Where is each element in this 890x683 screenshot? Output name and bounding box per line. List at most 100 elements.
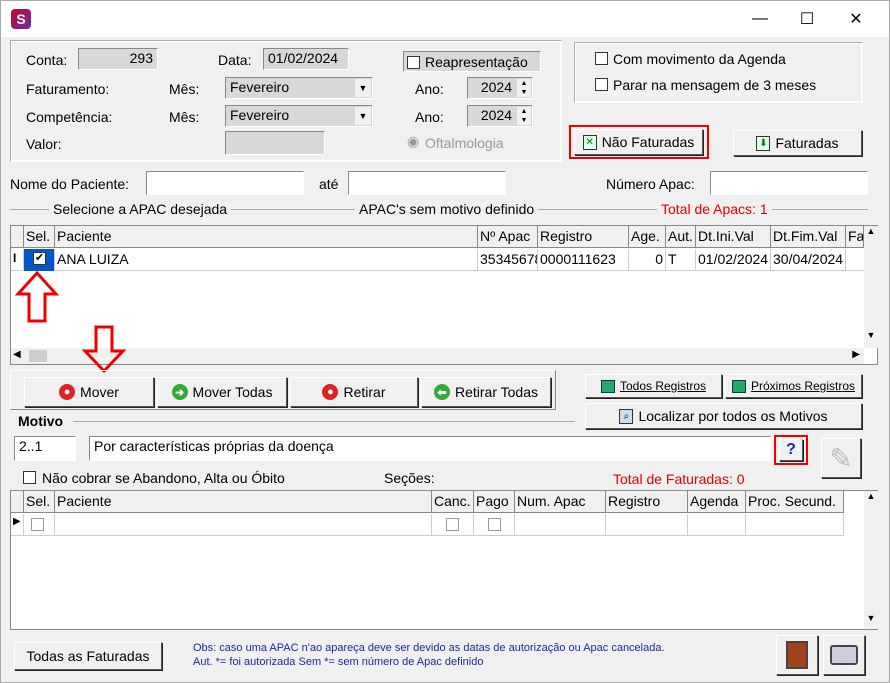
com-movimento-checkbox[interactable] — [595, 52, 608, 65]
grid-indicator-header — [11, 226, 24, 248]
nao-faturadas-button[interactable]: ✕ Não Faturadas — [574, 129, 703, 155]
todas-faturadas-button[interactable]: Todas as Faturadas — [14, 642, 162, 670]
cell-proc-secund — [746, 514, 844, 536]
retirar-todas-button[interactable]: ⬅ Retirar Todas — [421, 377, 551, 407]
parar-checkbox[interactable] — [595, 78, 608, 91]
comp-ano-label: Ano: — [415, 109, 444, 125]
localizar-label: Localizar por todos os Motivos — [638, 408, 828, 424]
col-paciente[interactable]: Paciente — [55, 226, 478, 248]
faturadas-button[interactable]: ⬇ Faturadas — [733, 130, 862, 156]
exit-door-button[interactable] — [776, 635, 818, 675]
mover-todas-button[interactable]: ➜ Mover Todas — [157, 377, 287, 407]
pago-checkbox[interactable] — [488, 518, 501, 531]
todos-registros-button[interactable]: Todos Registros — [585, 374, 722, 398]
row-pointer-icon: ▶ — [11, 514, 24, 536]
list-icon — [600, 379, 615, 393]
cell-age: 0 — [629, 249, 666, 271]
conta-label: Conta: — [26, 52, 68, 68]
ate-input[interactable] — [348, 171, 506, 195]
col-canc[interactable]: Canc. — [432, 491, 474, 513]
table-row[interactable]: ▶ — [11, 514, 844, 536]
col-pago[interactable]: Pago — [474, 491, 515, 513]
maximize-button[interactable]: ☐ — [784, 1, 830, 37]
mover-todas-label: Mover Todas — [192, 384, 273, 400]
cell-pago[interactable] — [474, 514, 515, 536]
conta-field: 293 — [78, 48, 158, 70]
data-label: Data: — [218, 52, 252, 68]
row-select-cell[interactable]: ✔ — [24, 249, 55, 271]
col-nr-apac[interactable]: Nº Apac — [478, 226, 538, 248]
nome-paciente-label: Nome do Paciente: — [10, 176, 130, 192]
cell-canc[interactable] — [432, 514, 474, 536]
arrow-left-icon: ⬅ — [433, 384, 450, 400]
retirar-todas-label: Retirar Todas — [454, 384, 538, 400]
obs-line-2: Aut. *= foi autorizada Sem *= sem número… — [193, 656, 484, 668]
table-row[interactable]: I ✔ ANA LUIZA 35345678 0000111623 0 T 01… — [11, 249, 864, 271]
apac-grid[interactable]: Sel. Paciente Nº Apac Registro Age. Aut.… — [10, 225, 878, 365]
minimize-button[interactable]: — — [737, 1, 783, 37]
secoes-label: Seções: — [384, 470, 435, 486]
col-dt-fim[interactable]: Dt.Fim.Val — [771, 226, 846, 248]
col-num-apac[interactable]: Num. Apac — [515, 491, 606, 513]
app-logo-icon: S — [11, 9, 31, 29]
col-sel[interactable]: Sel. — [24, 226, 55, 248]
valor-field[interactable] — [225, 131, 325, 155]
reapresentacao-checkbox[interactable] — [407, 56, 420, 69]
cell-aut: T — [666, 249, 696, 271]
help-button[interactable]: ? — [779, 439, 803, 461]
vertical-scrollbar[interactable]: ▲ ▼ — [864, 226, 878, 348]
vertical-scrollbar[interactable]: ▲ ▼ — [864, 491, 878, 629]
faturadas-label: Faturadas — [775, 135, 839, 151]
mover-label: Mover — [80, 384, 119, 400]
faturamento-label: Faturamento: — [26, 81, 110, 97]
col-agenda[interactable]: Agenda — [688, 491, 746, 513]
horizontal-scrollbar[interactable]: ◀ ▶ — [11, 348, 864, 364]
col-aut[interactable]: Aut. — [666, 226, 696, 248]
chevron-down-icon[interactable]: ▼ — [355, 107, 371, 125]
motivo-code-input[interactable]: 2..1 — [14, 436, 76, 461]
canc-checkbox[interactable] — [446, 518, 459, 531]
nao-cobrar-checkbox[interactable] — [23, 471, 36, 484]
retirar-button[interactable]: ● Retirar — [290, 377, 418, 407]
row-select-cell[interactable] — [24, 514, 55, 536]
data-field[interactable]: 01/02/2024 — [263, 48, 349, 70]
col-age[interactable]: Age. — [629, 226, 666, 248]
nome-paciente-input[interactable] — [146, 171, 304, 195]
fat-mes-label: Mês: — [169, 81, 200, 97]
cell-num-apac — [515, 514, 606, 536]
numero-apac-input[interactable] — [710, 171, 868, 195]
col-registro[interactable]: Registro — [538, 226, 629, 248]
mover-button[interactable]: ● Mover — [24, 377, 154, 407]
motivo-divider — [73, 421, 575, 422]
faturadas-grid[interactable]: Sel. Paciente Canc. Pago Num. Apac Regis… — [10, 490, 878, 630]
col-paciente[interactable]: Paciente — [55, 491, 432, 513]
title-bar: S — ☐ ✕ — [1, 1, 889, 37]
valor-label: Valor: — [26, 136, 62, 152]
row-checkbox[interactable] — [31, 518, 44, 531]
red-down-arrow-icon — [82, 325, 126, 373]
row-select-checkbox[interactable]: ✔ — [33, 252, 46, 265]
chevron-down-icon[interactable]: ▼ — [355, 79, 371, 97]
fat-mes-select[interactable]: Fevereiro — [225, 77, 373, 99]
parar-label: Parar na mensagem de 3 meses — [613, 77, 817, 93]
proximos-registros-button[interactable]: Próximos Registros — [725, 374, 862, 398]
spin-icon[interactable]: ▲ ▼ — [517, 107, 531, 125]
ate-label: até — [319, 176, 339, 192]
print-button[interactable] — [823, 635, 865, 675]
attachment-button[interactable]: ✎ — [821, 438, 861, 478]
list-icon — [731, 379, 746, 393]
col-proc-secund[interactable]: Proc. Secund. — [746, 491, 844, 513]
col-sel[interactable]: Sel. — [24, 491, 55, 513]
document-icon: ⬇ — [756, 135, 771, 151]
col-registro[interactable]: Registro — [606, 491, 688, 513]
localizar-button[interactable]: ⌕ Localizar por todos os Motivos — [585, 403, 862, 429]
cell-paciente: ANA LUIZA — [55, 249, 478, 271]
col-fatu[interactable]: Fatu — [846, 226, 864, 248]
motivo-text-input[interactable]: Por características próprias da doença — [89, 436, 771, 461]
comp-mes-select[interactable]: Fevereiro — [225, 105, 373, 127]
col-dt-ini[interactable]: Dt.Ini.Val — [696, 226, 771, 248]
spin-icon[interactable]: ▲ ▼ — [517, 79, 531, 97]
motivo-title: Motivo — [18, 413, 64, 429]
com-movimento-label: Com movimento da Agenda — [613, 51, 786, 67]
close-button[interactable]: ✕ — [833, 1, 879, 37]
